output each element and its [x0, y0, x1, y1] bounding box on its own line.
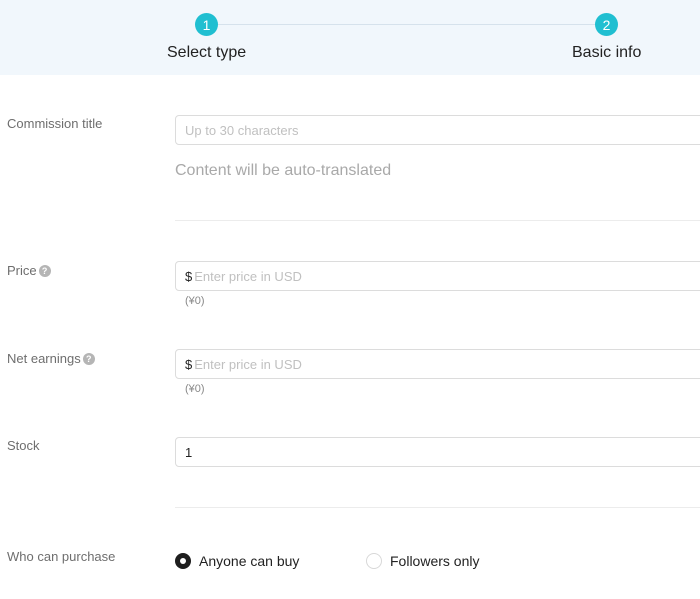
stock-input[interactable] — [185, 444, 700, 460]
step-1-badge: 1 — [195, 13, 218, 36]
radio-anyone-can-buy-label: Anyone can buy — [199, 553, 300, 569]
radio-followers-only[interactable]: Followers only — [366, 553, 479, 569]
radio-followers-only-label: Followers only — [390, 553, 480, 569]
net-earnings-label-text: Net earnings — [7, 351, 81, 366]
stock-label: Stock — [7, 438, 40, 453]
net-earnings-help-icon[interactable]: ? — [82, 352, 95, 365]
price-field[interactable]: $ — [175, 261, 700, 291]
step-2-badge: 2 — [595, 13, 618, 36]
price-input[interactable] — [194, 268, 700, 284]
net-earnings-currency-symbol: $ — [185, 356, 193, 372]
net-earnings-input[interactable] — [194, 356, 700, 372]
who-can-purchase-label-text: Who can purchase — [7, 549, 116, 564]
price-label-text: Price — [7, 263, 37, 278]
section-divider — [175, 507, 700, 508]
step-2-label: Basic info — [572, 44, 642, 61]
price-help-icon[interactable]: ? — [38, 264, 51, 277]
price-converted-value: (¥0) — [185, 295, 205, 307]
section-divider — [175, 220, 700, 221]
stock-field[interactable] — [175, 437, 700, 467]
commission-title-input[interactable] — [185, 122, 700, 138]
net-earnings-label: Net earnings ? — [7, 351, 95, 366]
commission-title-label-text: Commission title — [7, 116, 103, 131]
net-earnings-converted-value: (¥0) — [185, 383, 205, 395]
who-can-purchase-label: Who can purchase — [7, 549, 115, 564]
price-currency-symbol: $ — [185, 268, 193, 284]
commission-title-label: Commission title — [7, 116, 102, 131]
step-1-label: Select type — [167, 44, 247, 61]
stock-label-text: Stock — [7, 438, 40, 453]
stepper: 1 Select type 2 Basic info — [0, 0, 700, 75]
auto-translate-note: Content will be auto-translated — [175, 162, 392, 179]
net-earnings-field[interactable]: $ — [175, 349, 700, 379]
price-label: Price ? — [7, 263, 51, 278]
commission-title-field[interactable] — [175, 115, 700, 145]
stepper-connector-line — [207, 24, 606, 25]
radio-unselected-icon[interactable] — [366, 553, 382, 569]
radio-anyone-can-buy[interactable]: Anyone can buy — [175, 553, 299, 569]
radio-selected-icon[interactable] — [175, 553, 191, 569]
